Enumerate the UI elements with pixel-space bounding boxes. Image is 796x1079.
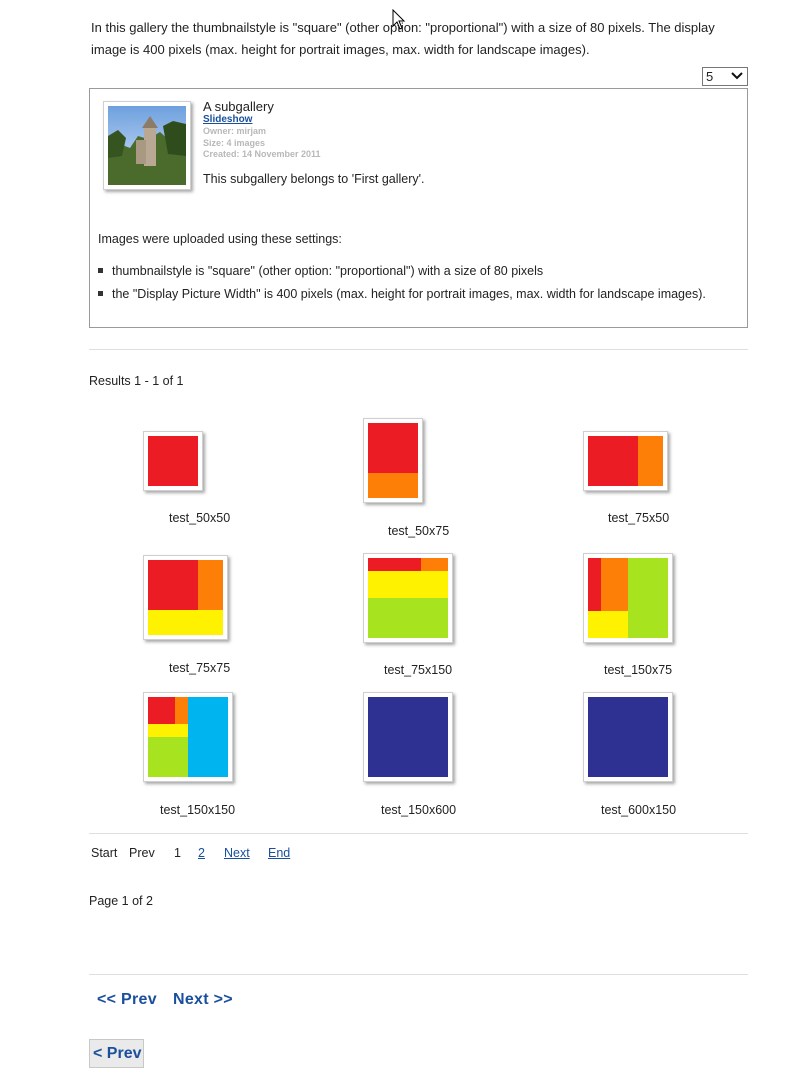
subgallery-created: Created: 14 November 2011 <box>203 149 321 159</box>
thumbnail-color-block <box>148 436 198 486</box>
subgallery-photo <box>108 106 186 185</box>
divider <box>89 974 748 975</box>
gallery-caption[interactable]: test_75x50 <box>608 511 669 525</box>
settings-bullet: the "Display Picture Width" is 400 pixel… <box>98 287 706 301</box>
mouse-pointer-icon <box>392 9 406 30</box>
thumbnail-color-block <box>368 558 421 571</box>
tower-photo-icon <box>108 116 186 185</box>
pagination-end[interactable]: End <box>268 846 290 860</box>
select-value: 5 <box>706 69 714 84</box>
gallery-caption[interactable]: test_150x75 <box>604 663 672 677</box>
gallery-thumbnail[interactable] <box>143 431 203 491</box>
gallery-caption[interactable]: test_150x150 <box>160 803 235 817</box>
bullet-square-icon <box>98 291 103 297</box>
gallery-thumbnail[interactable] <box>363 418 423 503</box>
slideshow-link[interactable]: Slideshow <box>203 114 252 125</box>
subgallery-title[interactable]: A subgallery <box>203 99 274 114</box>
gallery-caption[interactable]: test_600x150 <box>601 803 676 817</box>
subgallery-size: Size: 4 images <box>203 138 266 148</box>
thumbnail-color-block <box>588 558 601 611</box>
thumbnail-color-block <box>368 598 448 638</box>
pagination-start: Start <box>91 846 118 860</box>
upload-settings-intro: Images were uploaded using these setting… <box>98 232 342 246</box>
pagination: Start Prev 1 2 Next End <box>0 846 796 862</box>
gallery-caption[interactable]: test_50x75 <box>388 524 449 538</box>
gallery-thumbnail[interactable] <box>583 553 673 643</box>
gallery-caption[interactable]: test_75x75 <box>169 661 230 675</box>
gallery-thumbnail[interactable] <box>583 431 668 491</box>
results-count: Results 1 - 1 of 1 <box>89 374 184 388</box>
gallery-thumbnail[interactable] <box>363 553 453 643</box>
thumbnail-color-block <box>588 611 628 638</box>
thumbnail-color-block <box>588 697 668 777</box>
page-indicator: Page 1 of 2 <box>89 894 153 908</box>
prev-button[interactable]: < Prev <box>89 1039 144 1068</box>
thumbnail-color-block <box>368 473 418 498</box>
divider <box>89 349 748 350</box>
subgallery-panel: A subgallery Slideshow Owner: mirjam Siz… <box>89 88 748 328</box>
thumbnail-color-block <box>421 558 448 571</box>
gallery-caption[interactable]: test_150x600 <box>381 803 456 817</box>
thumbnail-color-block <box>368 423 418 473</box>
gallery-caption[interactable]: test_50x50 <box>169 511 230 525</box>
thumbnail-color-block <box>148 724 188 737</box>
gallery-intro-text: In this gallery the thumbnailstyle is "s… <box>91 20 715 57</box>
pagination-current-page: 1 <box>174 846 181 860</box>
chevron-down-icon <box>731 72 743 80</box>
thumbnail-color-block <box>148 697 175 724</box>
thumbnail-color-block <box>601 558 628 611</box>
prev-gallery-link[interactable]: << Prev <box>97 991 157 1009</box>
images-per-page-select[interactable]: 5 <box>702 67 748 86</box>
gallery-thumbnail[interactable] <box>143 692 233 782</box>
subgallery-description: This subgallery belongs to 'First galler… <box>203 172 425 186</box>
pagination-prev: Prev <box>129 846 155 860</box>
thumbnail-color-block <box>188 697 228 777</box>
thumbnail-color-block <box>368 697 448 777</box>
settings-bullet: thumbnailstyle is "square" (other option… <box>98 264 543 278</box>
thumbnail-color-block <box>638 436 663 486</box>
gallery-thumbnail[interactable] <box>143 555 228 640</box>
next-gallery-link[interactable]: Next >> <box>173 991 233 1009</box>
thumbnail-color-block <box>148 610 223 635</box>
pagination-next[interactable]: Next <box>224 846 250 860</box>
thumbnail-color-block <box>368 571 448 598</box>
thumbnail-color-block <box>148 737 188 777</box>
thumbnail-color-block <box>588 436 638 486</box>
gallery-caption[interactable]: test_75x150 <box>384 663 452 677</box>
thumbnail-color-block <box>175 697 188 724</box>
thumbnail-color-block <box>198 560 223 610</box>
thumbnail-color-block <box>148 560 198 610</box>
divider <box>89 833 748 834</box>
gallery-thumbnail[interactable] <box>363 692 453 782</box>
subgallery-thumbnail[interactable] <box>103 101 191 190</box>
pagination-page-2[interactable]: 2 <box>198 846 205 860</box>
bullet-square-icon <box>98 268 103 274</box>
subgallery-owner: Owner: mirjam <box>203 126 267 136</box>
thumbnail-color-block <box>628 558 668 638</box>
gallery-thumbnail[interactable] <box>583 692 673 782</box>
